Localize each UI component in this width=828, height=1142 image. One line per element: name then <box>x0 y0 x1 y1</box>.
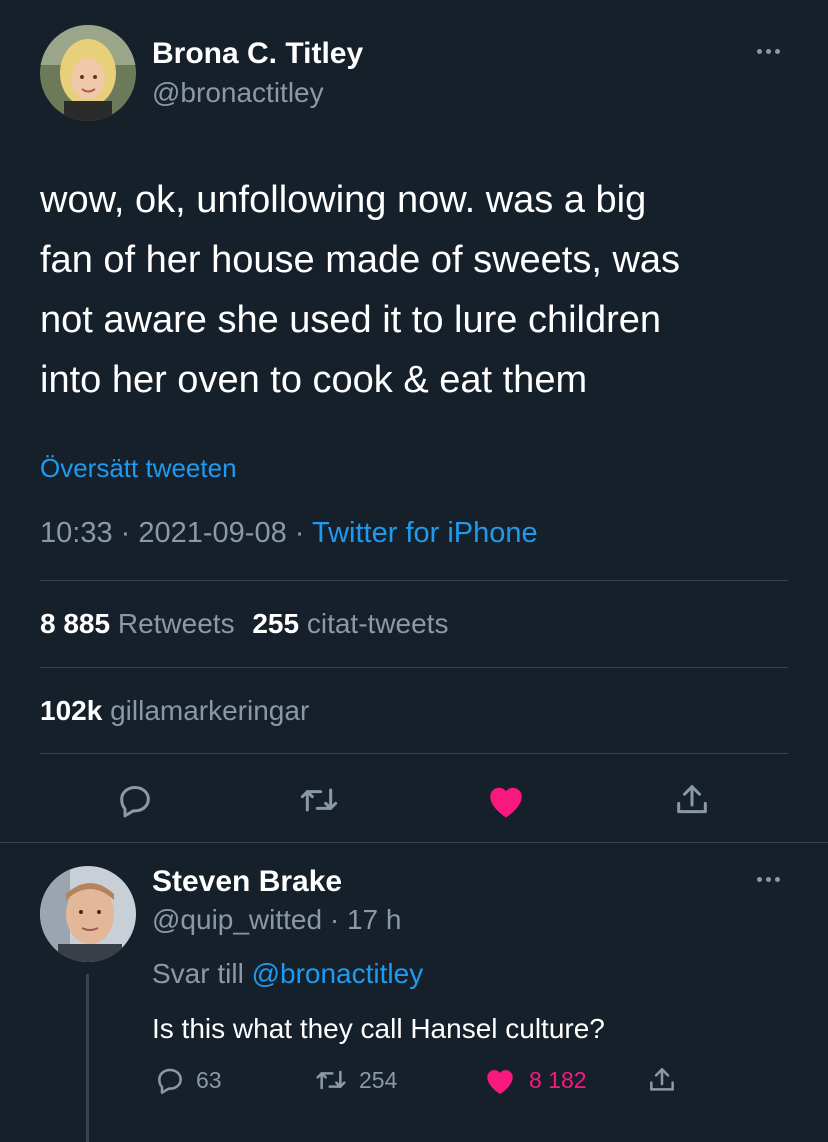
retweet-count: 254 <box>359 1066 398 1093</box>
meta-separator: · <box>294 517 305 549</box>
reply-more-options-button[interactable] <box>757 877 780 882</box>
reply-context: Svar till @bronactitley <box>152 957 423 991</box>
quotes-count: 255 <box>252 608 300 639</box>
divider <box>0 842 828 843</box>
tweet-source[interactable]: Twitter for iPhone <box>312 517 538 549</box>
retweets-count: 8 885 <box>40 608 111 639</box>
reply-count: 63 <box>196 1066 222 1093</box>
reply-avatar[interactable] <box>40 866 136 962</box>
author-avatar[interactable] <box>40 25 136 121</box>
meta-separator: · <box>120 517 131 549</box>
retweet-stats: 8 885 Retweets 255 citat-tweets <box>40 607 448 641</box>
tweet-text: wow, ok, unfollowing now. was a big fan … <box>40 170 800 410</box>
tweet-date[interactable]: 2021-09-08 <box>138 517 286 549</box>
tweet-text-line: not aware she used it to lure children <box>40 299 662 341</box>
quotes-stat[interactable]: 255 citat-tweets <box>252 608 448 639</box>
reply-action-like[interactable]: 8 182 <box>483 1064 587 1096</box>
author-name[interactable]: Brona C. Titley <box>152 36 363 72</box>
likes-label: gillamarkeringar <box>110 695 310 726</box>
reply-to-link[interactable]: @bronactitley <box>252 958 424 989</box>
retweet-icon[interactable] <box>297 780 341 820</box>
reply-handle-row: @quip_witted · 17 h <box>152 903 401 937</box>
tweet-meta: 10:33 · 2021-09-08 · Twitter for iPhone <box>40 515 538 551</box>
share-icon[interactable] <box>646 1064 678 1096</box>
retweets-label: Retweets <box>117 608 235 639</box>
reply-prefix: Svar till <box>152 958 244 989</box>
tweet-text-line: into her oven to cook & eat them <box>40 359 588 401</box>
reply-action-reply[interactable]: 63 <box>154 1064 222 1096</box>
likes-stat[interactable]: 102k gillamarkeringar <box>40 694 309 728</box>
tweet-time[interactable]: 10:33 <box>40 517 113 549</box>
retweets-stat[interactable]: 8 885 Retweets <box>40 608 242 639</box>
like-count: 8 182 <box>529 1066 587 1093</box>
thread-line <box>86 974 89 1142</box>
author-handle[interactable]: @bronactitley <box>152 76 324 110</box>
reply-author-name[interactable]: Steven Brake <box>152 864 342 900</box>
likes-count: 102k <box>40 695 103 726</box>
translate-link[interactable]: Översätt tweeten <box>40 452 237 484</box>
retweet-icon <box>313 1064 349 1096</box>
quotes-label: citat-tweets <box>306 608 449 639</box>
divider <box>40 753 788 754</box>
reply-author-handle[interactable]: @quip_witted <box>152 904 322 935</box>
reply-icon[interactable] <box>115 780 155 820</box>
reply-time[interactable]: 17 h <box>347 904 402 935</box>
divider <box>40 667 788 668</box>
divider <box>40 580 788 581</box>
tweet-text-line: wow, ok, unfollowing now. was a big <box>40 179 647 221</box>
heart-icon <box>483 1064 517 1096</box>
reply-text: Is this what they call Hansel culture? <box>152 1013 605 1044</box>
more-horizontal-icon <box>757 49 762 54</box>
heart-icon[interactable] <box>485 780 527 820</box>
reply-action-retweet[interactable]: 254 <box>313 1064 397 1096</box>
more-horizontal-icon <box>757 877 762 882</box>
reply-icon <box>154 1064 186 1096</box>
tweet-text-line: fan of her house made of sweets, was <box>40 239 681 281</box>
more-options-button[interactable] <box>757 49 780 54</box>
meta-separator: · <box>329 904 340 935</box>
share-icon[interactable] <box>672 780 712 820</box>
